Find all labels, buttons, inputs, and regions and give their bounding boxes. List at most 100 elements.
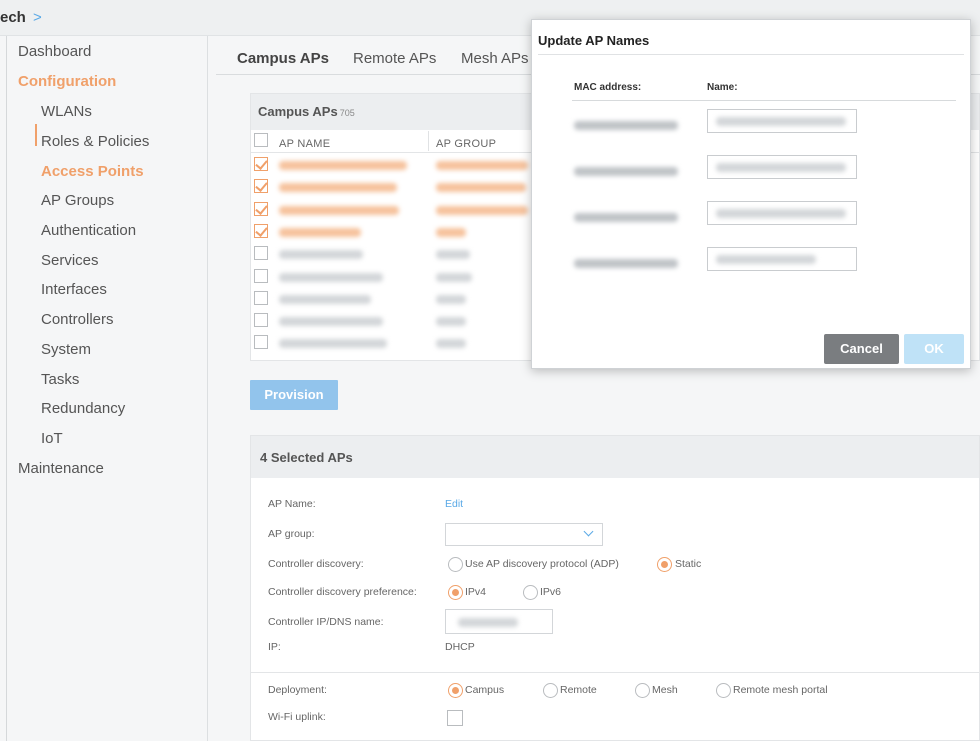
pref-ipv4-radio[interactable] (448, 585, 463, 600)
ap-name-label: AP Name: (268, 498, 316, 510)
tab-mesh-aps[interactable]: Mesh APs (461, 50, 529, 67)
sidebar-item-ap-groups[interactable]: AP Groups (41, 192, 114, 209)
section-divider (250, 672, 980, 673)
table-row[interactable] (251, 178, 526, 200)
sidebar-item-iot[interactable]: IoT (41, 430, 63, 447)
deployment-mesh-label: Mesh (652, 684, 678, 696)
row-checkbox[interactable] (254, 179, 268, 194)
sidebar-item-authentication[interactable]: Authentication (41, 222, 136, 239)
deployment-rmp-radio[interactable] (716, 683, 731, 698)
mac-address-column-header: MAC address: (574, 82, 642, 93)
row-checkbox[interactable] (254, 157, 268, 171)
row-checkbox[interactable] (254, 223, 268, 238)
column-ap-name[interactable]: AP NAME (279, 138, 330, 150)
ap-group-cell (436, 250, 470, 260)
ap-name-value (716, 117, 846, 126)
breadcrumb-chevron-icon: > (33, 9, 42, 26)
wifi-uplink-label: Wi-Fi uplink: (268, 711, 326, 723)
sidebar-item-maintenance[interactable]: Maintenance (18, 460, 104, 477)
deployment-remote-label: Remote (560, 684, 597, 696)
ap-name-value (716, 209, 846, 218)
ap-group-cell (436, 205, 528, 215)
discovery-static-radio[interactable] (657, 557, 672, 572)
table-row[interactable] (251, 290, 526, 312)
pref-ipv6-label: IPv6 (540, 586, 562, 598)
tab-remote-aps[interactable]: Remote APs (353, 50, 436, 67)
sidebar-item-redundancy[interactable]: Redundancy (41, 400, 125, 417)
ap-group-select[interactable] (445, 523, 603, 546)
ap-group-cell (436, 317, 466, 327)
controller-discovery-label: Controller discovery: (268, 558, 364, 570)
row-checkbox[interactable] (254, 201, 268, 216)
sidebar-item-access-points[interactable]: Access Points (41, 163, 144, 180)
ap-group-cell (436, 183, 526, 193)
ap-name-value (716, 255, 816, 264)
edit-ap-name-link[interactable]: Edit (445, 498, 463, 510)
selected-panel-header: 4 Selected APs (251, 436, 979, 478)
mac-address-value (574, 121, 678, 130)
ap-name-value (716, 163, 846, 172)
ap-name-input[interactable] (707, 201, 857, 225)
table-row[interactable] (251, 334, 526, 356)
column-separator (428, 131, 429, 151)
deployment-campus-radio[interactable] (448, 683, 463, 698)
deployment-mesh-radio[interactable] (635, 683, 650, 698)
ap-name-input[interactable] (707, 247, 857, 271)
ap-group-cell (436, 272, 472, 282)
table-row[interactable] (251, 245, 526, 267)
sidebar-item-wlans[interactable]: WLANs (41, 103, 92, 120)
ap-count: 705 (339, 108, 355, 118)
sidebar-item-interfaces[interactable]: Interfaces (41, 281, 107, 298)
wifi-uplink-checkbox[interactable] (447, 710, 463, 726)
row-checkbox[interactable] (254, 268, 268, 283)
discovery-static-label: Static (675, 558, 702, 570)
cancel-button[interactable]: Cancel (824, 334, 899, 364)
sidebar-item-configuration[interactable]: Configuration (18, 73, 116, 90)
ap-name-cell (279, 272, 383, 282)
controller-ip-field[interactable] (445, 609, 553, 634)
ap-name-input[interactable] (707, 109, 857, 133)
pref-ipv4-label: IPv4 (465, 586, 487, 598)
table-row[interactable] (251, 223, 526, 245)
row-checkbox[interactable] (254, 290, 268, 305)
deployment-remote-radio[interactable] (543, 683, 558, 698)
sidebar-item-tasks[interactable]: Tasks (41, 371, 79, 388)
ap-name-input[interactable] (707, 155, 857, 179)
ap-name-cell (279, 317, 383, 327)
dialog-header-divider (572, 100, 956, 101)
ok-button[interactable]: OK (904, 334, 964, 364)
mac-address-value (574, 167, 678, 176)
controller-ip-label: Controller IP/DNS name: (268, 616, 384, 628)
sidebar-item-roles-policies[interactable]: Roles & Policies (41, 133, 149, 150)
breadcrumb-text[interactable]: ech (0, 9, 26, 26)
row-checkbox[interactable] (254, 313, 268, 328)
ap-name-cell (279, 205, 399, 215)
ap-name-cell (279, 250, 363, 260)
ap-name-cell (279, 183, 397, 193)
table-row[interactable] (251, 156, 528, 178)
dialog-title-divider (538, 54, 964, 55)
sidebar-item-system[interactable]: System (41, 341, 91, 358)
sidebar-item-dashboard[interactable]: Dashboard (18, 43, 91, 60)
pref-ipv6-radio[interactable] (523, 585, 538, 600)
tab-campus-aps[interactable]: Campus APs (237, 50, 329, 67)
chevron-down-icon (583, 526, 594, 537)
mac-address-value (574, 259, 678, 268)
ap-group-cell (436, 161, 528, 170)
deployment-rmp-label: Remote mesh portal (733, 684, 828, 696)
sidebar-item-services[interactable]: Services (41, 252, 99, 269)
sidebar-item-controllers[interactable]: Controllers (41, 311, 114, 328)
column-ap-group[interactable]: AP GROUP (436, 138, 496, 150)
row-checkbox[interactable] (254, 246, 268, 261)
table-row[interactable] (251, 201, 528, 223)
select-all-checkbox[interactable] (254, 133, 268, 147)
provision-button[interactable]: Provision (250, 380, 338, 410)
active-indicator (35, 124, 37, 146)
ip-value: DHCP (445, 641, 475, 653)
table-row[interactable] (251, 268, 526, 290)
discovery-preference-label: Controller discovery preference: (268, 586, 417, 598)
discovery-adp-label: Use AP discovery protocol (ADP) (465, 558, 619, 570)
discovery-adp-radio[interactable] (448, 557, 463, 572)
table-row[interactable] (251, 312, 526, 334)
row-checkbox[interactable] (254, 335, 268, 350)
